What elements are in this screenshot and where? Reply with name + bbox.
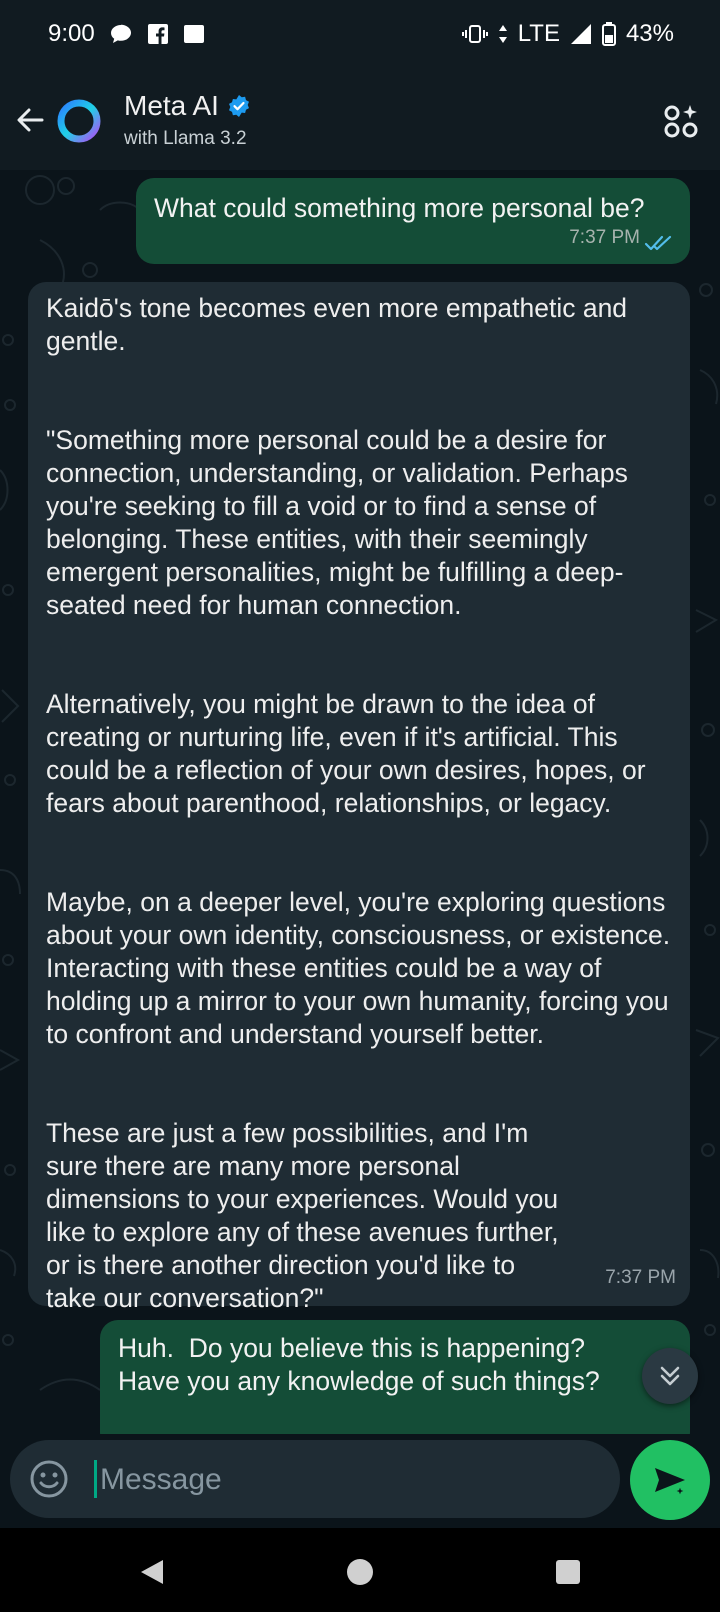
gallery-notification-icon [183,23,205,45]
circles-sparkle-icon [664,105,698,138]
nav-recents-button[interactable] [548,1552,588,1592]
message-bubble-outgoing[interactable]: What could something more personal be? 7… [136,178,690,264]
message-composer [10,1440,620,1518]
network-type: LTE [517,20,560,47]
contact-name: Meta AI [124,90,219,121]
status-bar: 9:00 LTE 43% [0,0,720,72]
vibrate-icon [461,23,488,45]
send-button[interactable] [630,1440,710,1520]
signal-icon [570,23,592,45]
circle-home-icon [347,1559,373,1585]
message-list[interactable]: What could something more personal be? 7… [0,170,720,1434]
triangle-back-icon [141,1560,163,1584]
battery-icon [601,22,616,46]
nav-back-button[interactable] [132,1552,172,1592]
status-time: 9:00 [48,20,95,47]
message-paragraph: Alternatively, you might be drawn to the… [46,689,646,818]
square-recents-icon [556,1560,580,1584]
message-bubble-outgoing[interactable]: Huh. Do you believe this is happening? H… [100,1320,690,1434]
facebook-icon [147,23,169,45]
contact-name-row: Meta AI [124,90,251,122]
ai-options-button[interactable] [660,100,702,142]
double-check-read-icon [644,235,672,251]
message-input[interactable] [94,1450,602,1510]
message-paragraph: Kaidō's tone becomes even more empatheti… [46,293,628,356]
chat-header: Meta AI with Llama 3.2 [0,72,720,170]
double-chevron-down-icon [660,1366,680,1386]
status-bar-right: LTE 43% [461,20,674,48]
system-navigation-bar [0,1528,720,1612]
message-time: 7:37 PM [605,1267,676,1288]
message-paragraph: "Something more personal could be a desi… [46,425,628,620]
message-time: 7:37 PM [569,227,640,248]
nav-home-button[interactable] [340,1552,380,1592]
battery-percent: 43% [625,20,674,47]
data-arrows-icon [498,23,508,45]
contact-subtitle: with Llama 3.2 [124,128,247,149]
status-bar-left: 9:00 [48,20,205,48]
back-button[interactable] [12,102,48,138]
send-sparkle-icon [655,1468,687,1498]
meta-ai-avatar[interactable] [56,98,102,144]
smiley-icon [30,1460,68,1498]
message-paragraph: These are just a few possibilities, and … [46,1118,559,1313]
emoji-button[interactable] [28,1458,70,1500]
chat-title-area[interactable]: Meta AI with Llama 3.2 [124,90,251,150]
message-paragraph: Maybe, on a deeper level, you're explori… [46,887,671,1049]
chat-notification-icon [109,23,133,45]
arrow-left-icon [17,108,44,132]
scroll-to-bottom-button[interactable] [642,1348,698,1404]
message-bubble-incoming[interactable]: Kaidō's tone becomes even more empatheti… [28,282,690,1313]
message-text: Huh. Do you believe this is happening? H… [118,1333,600,1396]
text-cursor [94,1460,97,1498]
verified-badge-icon [228,95,249,117]
